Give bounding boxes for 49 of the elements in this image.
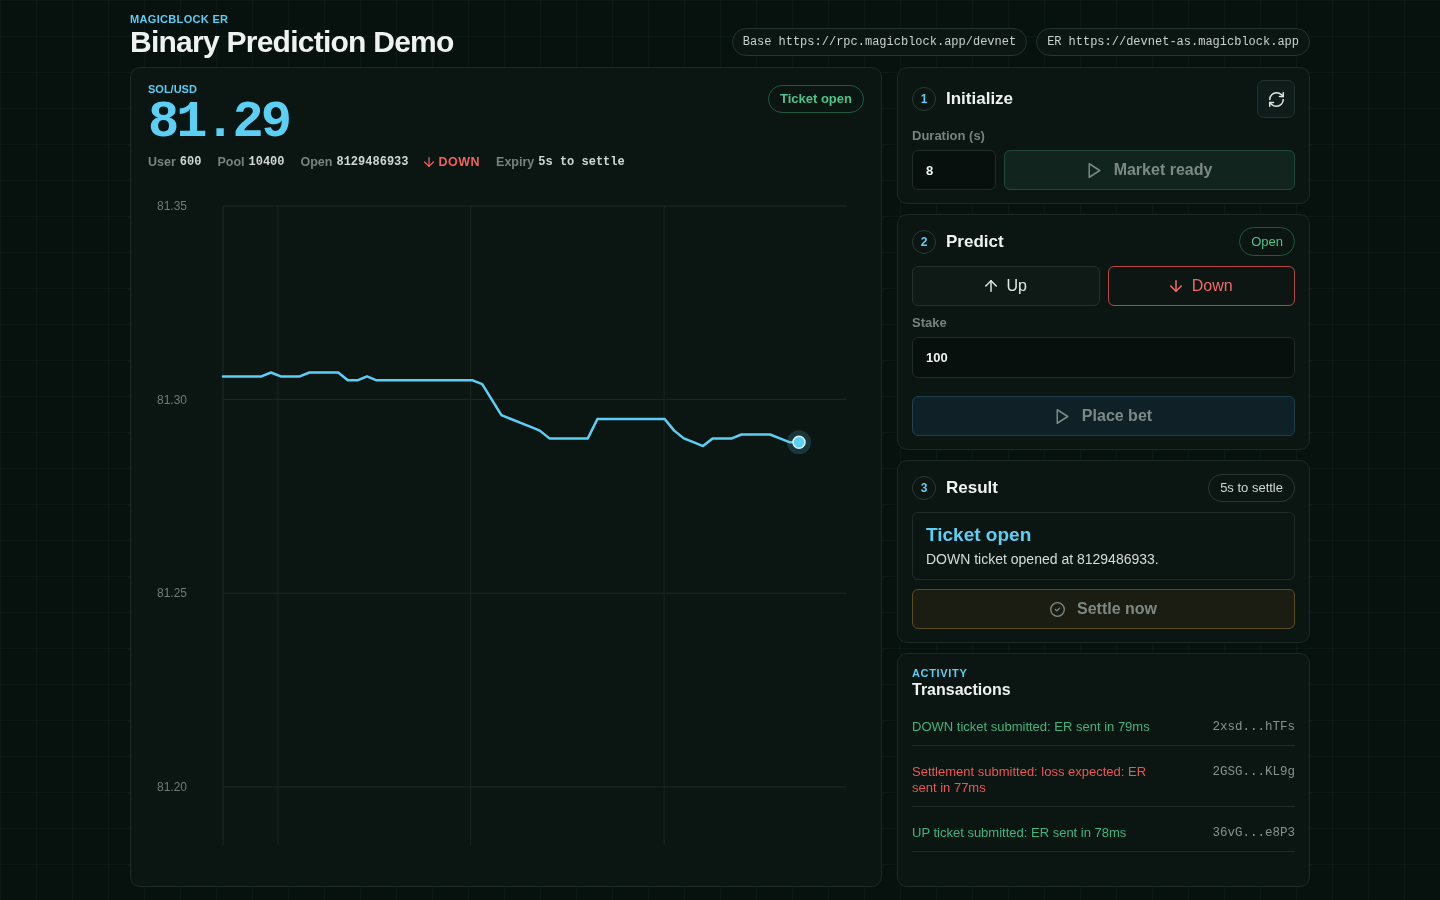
play-icon [1054,408,1070,424]
endpoint-url: https://rpc.magicblock.app/devnet [778,34,1017,51]
y-axis-label: 81.30 [156,392,187,407]
stat-label: User [148,154,176,170]
card-title: Result [946,477,998,500]
arrow-down-icon [424,157,435,167]
outcome-title: Ticket open [926,523,1033,547]
card-title: Predict [946,230,1004,253]
arrow-up-icon [984,280,997,292]
transaction-text: Settlement submitted: loss expected: ER sent in 77ms [912,764,1148,796]
transaction-signature: 2GSG...KL9g [1212,764,1295,781]
transaction-signature: 2xsd...hTFs [1212,719,1295,735]
section-eyebrow: ACTIVITY [912,667,969,680]
y-axis-label: 81.20 [156,779,187,794]
field-label: Duration (s) [912,128,986,144]
price-value: 81.29 [148,97,291,149]
stat-value: 5s to settle [538,154,625,170]
y-axis-label: 81.35 [156,199,187,213]
refresh-button[interactable] [1257,80,1295,118]
stat-label: Expiry [496,154,535,170]
prediction-button[interactable]: Up [912,266,1100,306]
direction-label: DOWN [438,154,481,170]
stat-value: 10400 [248,154,285,170]
page-title: Binary Prediction Demo [130,26,454,58]
stat-label: Open [300,154,333,170]
y-axis-label: 81.25 [156,586,187,601]
prediction-button[interactable]: Down [1107,266,1295,306]
transaction-signature: 36vG...e8P3 [1212,825,1295,841]
stat-value: 600 [179,154,202,170]
play-icon [1086,162,1102,178]
card-title: Initialize [946,88,1014,111]
outcome-message: DOWN ticket opened at 8129486933. [926,550,1160,569]
refresh-icon [1268,91,1284,107]
stat-value: 8129486933 [336,154,409,170]
check-circle-icon [1050,601,1065,617]
endpoint-url: https://devnet-as.magicblock.app [1068,34,1299,51]
app-eyebrow: MAGICBLOCK ER [130,12,230,26]
endpoint-label: Base [742,34,772,51]
stake-input[interactable]: 100 [912,337,1295,378]
transaction-text: UP ticket submitted: ER sent in 78ms [912,825,1128,841]
endpoint-label: ER [1047,34,1062,51]
section-title: Transactions [912,680,1012,700]
latest-price-dot [787,430,811,455]
transaction-text: DOWN ticket submitted: ER sent in 79ms [912,719,1151,735]
duration-input[interactable]: 8 [912,150,996,190]
pair-label: SOL/USD [148,82,198,96]
stat-label: Pool [217,154,245,170]
arrow-down-icon [1169,280,1182,292]
field-label: Stake [912,315,948,331]
